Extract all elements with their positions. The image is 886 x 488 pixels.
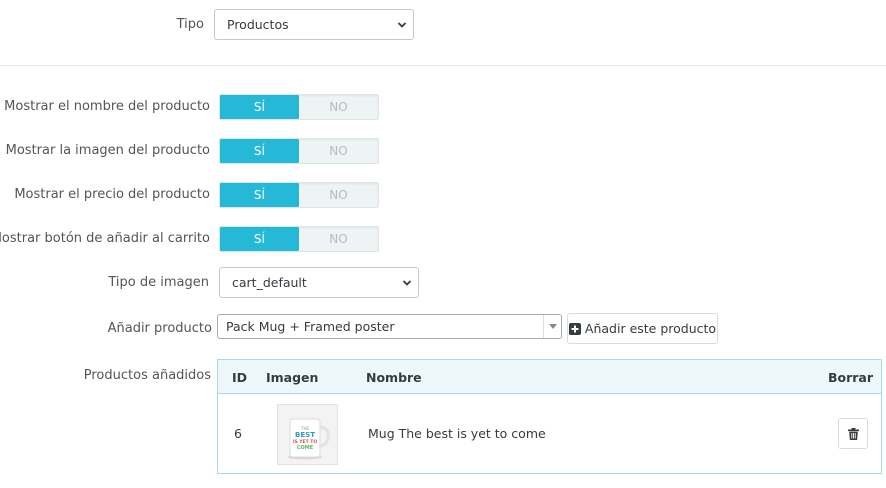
table-header: ID Imagen Nombre Borrar (218, 360, 881, 394)
column-delete: Borrar (827, 370, 873, 385)
product-search-combobox[interactable]: Pack Mug + Framed poster (217, 314, 562, 339)
add-product-button[interactable]: Añadir este producto (567, 313, 718, 344)
tipo-select-value: Productos (227, 17, 289, 32)
add-product-label: Añadir producto (107, 321, 212, 336)
column-id: ID (232, 370, 248, 385)
combobox-arrow[interactable] (543, 315, 561, 338)
show-cart-button-switch[interactable]: SÍ NO (219, 226, 379, 252)
chevron-down-icon (402, 279, 412, 286)
image-type-label: Tipo de imagen (108, 275, 209, 290)
show-cart-button-label: Mostrar botón de añadir al carrito (0, 231, 210, 246)
mug-image: THE BEST IS YET TO COME (278, 405, 337, 464)
switch-yes[interactable]: SÍ (220, 227, 299, 251)
mug-text-line: BEST (295, 431, 315, 439)
switch-yes[interactable]: SÍ (220, 95, 299, 119)
mug-text-line: COME (297, 445, 314, 451)
show-name-label: Mostrar el nombre del producto (4, 99, 210, 114)
switch-no[interactable]: NO (299, 227, 378, 251)
row-name: Mug The best is yet to come (368, 426, 546, 441)
product-search-value: Pack Mug + Framed poster (226, 319, 395, 334)
show-name-switch[interactable]: SÍ NO (219, 94, 379, 120)
switch-no[interactable]: NO (299, 183, 378, 207)
image-type-select-value: cart_default (232, 275, 307, 290)
image-type-select[interactable]: cart_default (219, 267, 419, 298)
show-image-label: Mostrar la imagen del producto (5, 143, 210, 158)
chevron-down-icon (397, 21, 407, 28)
column-name: Nombre (366, 370, 422, 385)
tipo-select[interactable]: Productos (214, 9, 414, 40)
column-image: Imagen (266, 370, 319, 385)
show-price-switch[interactable]: SÍ NO (219, 182, 379, 208)
added-products-label: Productos añadidos (83, 368, 211, 383)
trash-icon (847, 427, 859, 440)
row-id: 6 (234, 426, 242, 441)
added-products-table: ID Imagen Nombre Borrar 6 THE BEST IS YE… (217, 359, 882, 474)
tipo-label: Tipo (176, 17, 204, 32)
plus-square-icon (568, 322, 581, 335)
switch-yes[interactable]: SÍ (220, 139, 299, 163)
delete-button[interactable] (838, 418, 868, 449)
switch-yes[interactable]: SÍ (220, 183, 299, 207)
add-product-button-label: Añadir este producto (584, 321, 717, 336)
show-price-label: Mostrar el precio del producto (14, 187, 210, 202)
switch-no[interactable]: NO (299, 139, 378, 163)
show-image-switch[interactable]: SÍ NO (219, 138, 379, 164)
table-row: 6 THE BEST IS YET TO COME Mug The best i… (218, 394, 881, 473)
switch-no[interactable]: NO (299, 95, 378, 119)
section-divider (0, 65, 886, 66)
caret-down-icon (548, 323, 557, 329)
product-thumbnail: THE BEST IS YET TO COME (277, 404, 338, 465)
